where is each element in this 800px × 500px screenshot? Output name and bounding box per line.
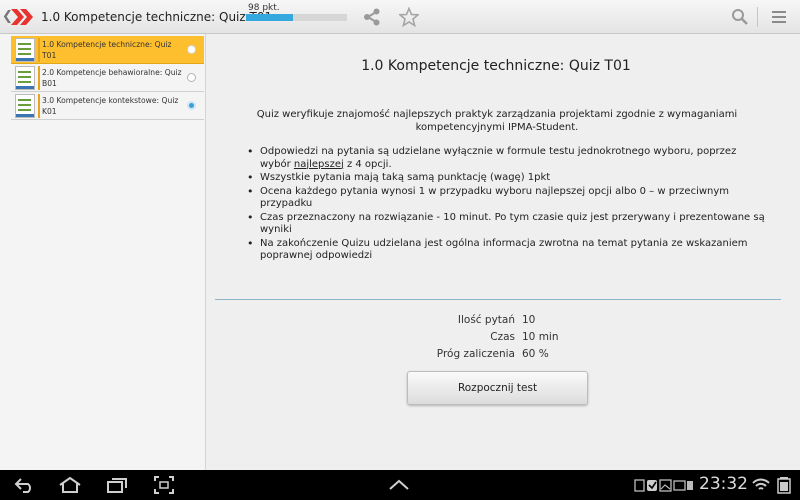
action-bar-separator	[757, 7, 758, 27]
score-label: 98 pkt.	[248, 3, 280, 13]
quiz-intro-text: Quiz weryfikuje znajomość najlepszych pr…	[256, 109, 738, 133]
quiz-rules-list: Odpowiedzi na pytania są udzielane wyłąc…	[247, 146, 767, 264]
info-row-time: Czas 10 min	[207, 331, 785, 345]
battery-icon	[777, 477, 791, 494]
quiz-item-label: 2.0 Kompetencje behawioralne: Quiz B01	[42, 68, 182, 88]
quiz-item-label: 1.0 Kompetencje techniczne: Quiz T01	[42, 40, 172, 60]
screenshot-icon[interactable]	[154, 476, 174, 494]
search-icon[interactable]	[730, 7, 750, 27]
quiz-list-panel: 1.0 Kompetencje techniczne: Quiz T01 2.0…	[0, 34, 206, 470]
home-icon[interactable]	[58, 476, 82, 494]
quiz-item-radio[interactable]	[187, 101, 196, 110]
page-title: 1.0 Kompetencje techniczne: Quiz T01	[361, 58, 631, 74]
quiz-rule-item: Czas przeznaczony na rozwiązanie - 10 mi…	[247, 212, 767, 237]
quiz-list-item-b01[interactable]: 2.0 Kompetencje behawioralne: Quiz B01	[11, 64, 204, 92]
share-icon[interactable]	[362, 7, 382, 27]
score-progress-fill	[246, 14, 294, 21]
star-icon[interactable]	[399, 7, 419, 27]
quiz-detail-panel: 1.0 Kompetencje techniczne: Quiz T01 Qui…	[207, 34, 800, 470]
app-title: 1.0 Kompetencje techniczne: Quiz T01	[41, 10, 273, 24]
nav-up-icon[interactable]	[388, 476, 410, 494]
quiz-item-divider	[38, 94, 40, 118]
quiz-item-divider	[38, 38, 40, 62]
info-value: 60 %	[522, 348, 549, 360]
info-label: Czas	[490, 331, 515, 343]
quiz-item-divider	[38, 66, 40, 90]
quiz-rule-item: Wszystkie pytania mają taką samą punktac…	[247, 172, 767, 185]
quiz-rule-item: Na zakończenie Quizu udzielana jest ogól…	[247, 238, 767, 263]
info-label: Próg zaliczenia	[436, 348, 515, 360]
info-value: 10	[522, 314, 536, 326]
menu-icon[interactable]	[769, 7, 789, 27]
quiz-thumbnail-icon	[15, 66, 35, 90]
app-logo-icon[interactable]	[11, 7, 35, 27]
notification-icons	[634, 479, 693, 492]
score-progress-bar	[246, 14, 347, 21]
wifi-icon	[752, 478, 770, 490]
system-bar: 23:32	[0, 470, 800, 500]
quiz-list-item-t01[interactable]: 1.0 Kompetencje techniczne: Quiz T01	[11, 36, 204, 64]
quiz-thumbnail-icon	[15, 94, 35, 118]
quiz-item-radio[interactable]	[187, 73, 196, 82]
quiz-thumbnail-icon	[15, 38, 35, 62]
start-test-button[interactable]: Rozpocznij test	[407, 371, 588, 405]
action-bar: ❮ 1.0 Kompetencje techniczne: Quiz T01 9…	[0, 0, 800, 34]
quiz-item-label: 3.0 Kompetencje kontekstowe: Quiz K01	[42, 96, 179, 116]
info-row-questions: Ilość pytań 10	[207, 314, 785, 328]
quiz-rule-item: Odpowiedzi na pytania są udzielane wyłąc…	[247, 146, 767, 171]
recent-apps-icon[interactable]	[106, 476, 128, 494]
quiz-item-radio[interactable]	[187, 45, 196, 54]
nav-back-icon[interactable]	[14, 476, 36, 494]
section-divider	[215, 299, 781, 300]
info-row-pass-threshold: Próg zaliczenia 60 %	[207, 348, 785, 362]
info-label: Ilość pytań	[457, 314, 515, 326]
quiz-list-item-k01[interactable]: 3.0 Kompetencje kontekstowe: Quiz K01	[11, 92, 204, 120]
info-value: 10 min	[522, 331, 559, 343]
system-clock: 23:32	[699, 474, 748, 494]
quiz-rule-item: Ocena każdego pytania wynosi 1 w przypad…	[247, 186, 767, 211]
